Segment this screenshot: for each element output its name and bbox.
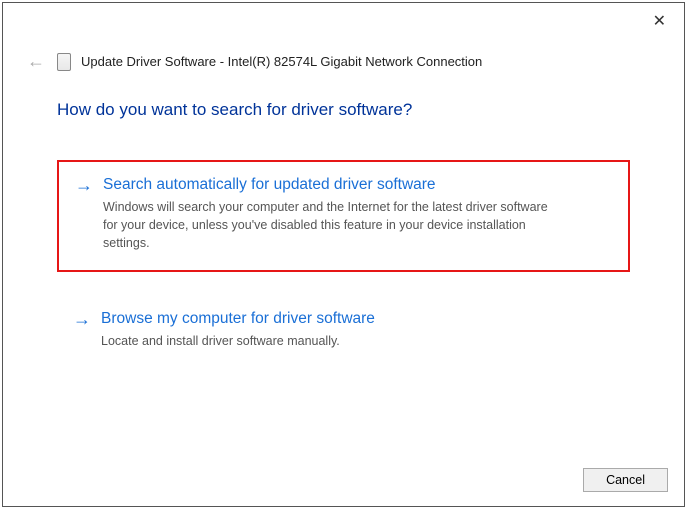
option-description: Windows will search your computer and th… [103,198,563,252]
wizard-question: How do you want to search for driver sof… [57,100,630,120]
window-title: Update Driver Software - Intel(R) 82574L… [81,54,482,69]
wizard-content: How do you want to search for driver sof… [3,72,684,369]
option-title: Search automatically for updated driver … [103,176,436,194]
device-icon [57,53,71,71]
right-arrow-icon: → [73,310,91,328]
option-head: → Search automatically for updated drive… [75,176,612,194]
wizard-footer: Cancel [583,468,668,492]
option-head: → Browse my computer for driver software [73,310,614,328]
option-search-automatically[interactable]: → Search automatically for updated drive… [57,160,630,272]
close-icon: ✕ [653,13,666,30]
driver-update-wizard: ✕ ← Update Driver Software - Intel(R) 82… [2,2,685,507]
option-title: Browse my computer for driver software [101,310,375,328]
option-browse-computer[interactable]: → Browse my computer for driver software… [57,296,630,368]
wizard-header: ← Update Driver Software - Intel(R) 8257… [3,3,684,72]
close-button[interactable]: ✕ [647,9,672,33]
back-arrow-icon: ← [25,51,47,72]
option-description: Locate and install driver software manua… [101,332,561,350]
right-arrow-icon: → [75,176,93,194]
cancel-button[interactable]: Cancel [583,468,668,492]
